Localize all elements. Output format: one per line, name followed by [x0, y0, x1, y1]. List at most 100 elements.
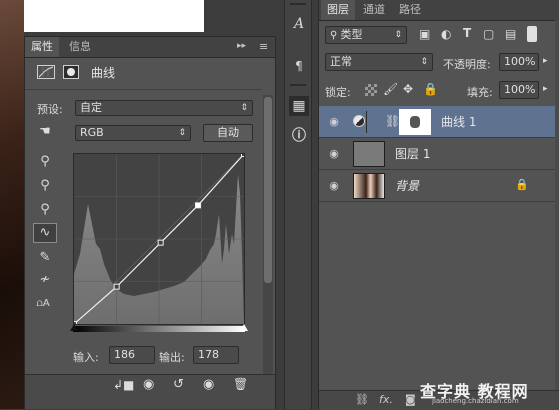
tab-layers[interactable]: 图层 [321, 0, 355, 20]
lock-image-brush-icon[interactable]: 🖌 [383, 82, 398, 96]
layer-name[interactable]: 图层 1 [395, 147, 430, 161]
lock-label: 锁定: [325, 86, 351, 99]
tonal-gradient-bar [73, 326, 245, 332]
layers-tabbar: 图层 通道 路径 [319, 0, 559, 21]
tab-properties[interactable]: 属性 [25, 37, 59, 57]
document-canvas-photo [0, 0, 24, 409]
curve-control-point[interactable] [113, 283, 120, 290]
eye-visibility-icon[interactable]: ◉ [327, 179, 341, 193]
filter-pixel-icon[interactable]: ▣ [419, 27, 430, 41]
tab-info[interactable]: 信息 [63, 37, 97, 57]
layer-lock-icon: 🔒 [515, 178, 529, 191]
lock-position-move-icon[interactable]: ✥ [403, 82, 413, 96]
layer-row-curves[interactable]: ◉ ⛓ 曲线 1 [319, 106, 559, 138]
filter-smartobject-icon[interactable]: ▤ [505, 27, 516, 41]
layers-scrollbar[interactable] [555, 20, 559, 390]
filter-toggle-icon[interactable] [527, 26, 537, 42]
fill-label: 填充: [467, 86, 493, 99]
layer-row-background[interactable]: ◉ 背景 🔒 [319, 170, 559, 202]
search-icon: ⚲ [330, 30, 341, 41]
clip-to-layer-icon[interactable]: ↲■ [113, 378, 134, 392]
reset-icon[interactable]: ↺ [173, 377, 184, 392]
layer-style-fx-icon[interactable]: fx. [379, 393, 393, 407]
filter-type-icon[interactable]: T [463, 26, 471, 40]
filter-adjustment-icon[interactable]: ◐ [441, 27, 451, 41]
output-field[interactable]: 178 [193, 346, 239, 364]
watermark-url: jiaocheng.chazidian.com [432, 397, 519, 405]
link-layers-icon[interactable]: ⛓ [355, 393, 369, 407]
fill-field[interactable]: 100% [499, 81, 539, 99]
properties-tabbar: 属性 信息 ▸▸ ≡ [25, 37, 275, 58]
curve-control-point[interactable] [195, 202, 201, 209]
collapse-panel-icon[interactable]: ▸▸ [237, 41, 246, 51]
smooth-curve-icon[interactable]: ≁ [35, 271, 55, 289]
eye-visibility-icon[interactable]: ◉ [327, 147, 341, 161]
clipping-warning-icon[interactable]: ⩍A [33, 295, 53, 313]
curve-graph[interactable] [73, 153, 245, 325]
chevron-updown-icon: ⇕ [420, 57, 428, 67]
auto-button[interactable]: 自动 [203, 124, 253, 142]
channel-value: RGB [80, 126, 104, 139]
input-label: 输入: [73, 351, 99, 364]
adjustment-layer-icon [353, 115, 365, 127]
tab-paths[interactable]: 路径 [393, 0, 427, 20]
scrollbar-thumb[interactable] [264, 97, 272, 283]
blend-mode-select[interactable]: 正常 ⇕ [325, 53, 433, 71]
layer-thumbnail [353, 141, 385, 167]
properties-panel-icon[interactable]: ▦ [289, 96, 309, 116]
white-eyedropper-icon[interactable]: ⚲ [35, 201, 55, 219]
curve-control-point[interactable] [241, 154, 245, 157]
curve-svg[interactable] [74, 154, 244, 324]
link-chain-icon[interactable]: ⛓ [385, 114, 400, 128]
edit-points-curve-icon[interactable]: ∿ [33, 223, 57, 243]
preset-label: 预设: [37, 103, 63, 116]
paragraph-panel-icon[interactable]: ¶ [289, 56, 309, 76]
curves-adjustment-icon[interactable] [37, 65, 55, 79]
panel-menu-icon[interactable]: ≡ [259, 40, 268, 53]
layer-row-layer1[interactable]: ◉ 图层 1 [319, 138, 559, 170]
opacity-field[interactable]: 100% [499, 53, 539, 71]
dock-grip[interactable] [290, 3, 306, 5]
opacity-label: 不透明度: [443, 58, 491, 71]
filter-label: 类型 [340, 28, 363, 41]
layer-mask-icon[interactable] [63, 65, 79, 79]
panel-dock-column: A ¶ ▦ ⓘ [284, 0, 312, 409]
dock-grip[interactable] [290, 84, 306, 86]
eye-visibility-icon[interactable]: ◉ [327, 115, 341, 129]
divider [25, 89, 261, 90]
layers-panel: 图层 通道 路径 ⚲ 类型 ⇕ ▣ ◐ T ▢ ▤ 正常 ⇕ 不透明度: 100… [318, 0, 559, 410]
character-panel-icon[interactable]: A [289, 14, 309, 34]
document-canvas-white-area [24, 0, 204, 32]
black-eyedropper-icon[interactable]: ⚲ [35, 153, 55, 171]
view-previous-state-icon[interactable]: ◉ [143, 377, 154, 392]
pencil-draw-icon[interactable]: ✎ [35, 249, 55, 267]
add-mask-icon[interactable]: ◙ [405, 393, 416, 407]
opacity-dropdown-icon[interactable]: ▸ [543, 56, 548, 66]
properties-panel: 属性 信息 ▸▸ ≡ 曲线 预设: 自定 ⇕ ☚ RGB ⇕ 自动 ⚲ ⚲ ⚲ … [24, 36, 276, 409]
layer-mask-thumbnail[interactable] [399, 109, 431, 135]
white-point-slider-icon[interactable] [240, 324, 248, 331]
fill-dropdown-icon[interactable]: ▸ [543, 84, 548, 94]
tab-channels[interactable]: 通道 [357, 0, 391, 20]
blend-mode-value: 正常 [330, 55, 352, 68]
lock-all-icon[interactable]: 🔒 [423, 82, 438, 96]
toggle-visibility-icon[interactable]: ◉ [203, 377, 214, 392]
targeted-adjustment-hand-icon[interactable]: ☚ [35, 123, 55, 141]
curve-control-point[interactable] [157, 239, 164, 246]
info-panel-icon[interactable]: ⓘ [289, 126, 309, 146]
chevron-updown-icon: ⇕ [178, 128, 186, 138]
panel-type-label: 曲线 [91, 66, 116, 80]
input-field[interactable]: 186 [109, 346, 155, 364]
preset-value: 自定 [80, 101, 102, 114]
lock-transparency-icon[interactable] [365, 84, 377, 96]
layer-filter-select[interactable]: ⚲ 类型 ⇕ [325, 26, 407, 44]
layer-name[interactable]: 曲线 1 [441, 115, 476, 129]
preset-select[interactable]: 自定 ⇕ [75, 100, 253, 116]
layer-thumbnail-photo [353, 173, 385, 199]
gray-eyedropper-icon[interactable]: ⚲ [35, 177, 55, 195]
filter-shape-icon[interactable]: ▢ [483, 27, 494, 41]
layer-name[interactable]: 背景 [395, 179, 419, 193]
channel-select[interactable]: RGB ⇕ [75, 125, 191, 141]
black-point-slider-icon[interactable] [70, 324, 78, 331]
delete-trash-icon[interactable]: 🗑 [233, 377, 248, 391]
